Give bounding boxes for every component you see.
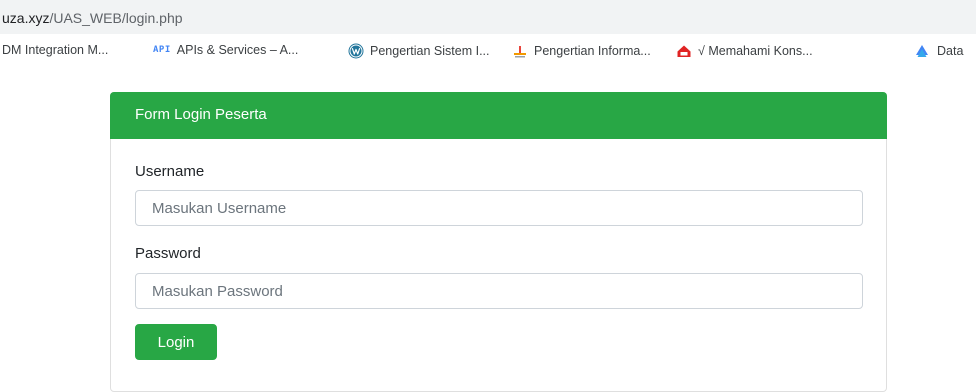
bookmark-dm-integration[interactable]: DM Integration M... [2, 43, 108, 57]
bookmark-label: Pengertian Sistem I... [370, 44, 490, 58]
bookmark-data[interactable]: Data [913, 43, 963, 59]
url-path: /UAS_WEB/login.php [49, 10, 183, 26]
login-button[interactable]: Login [135, 324, 217, 360]
bookmark-label: DM Integration M... [2, 43, 109, 57]
username-input[interactable] [136, 191, 862, 225]
site-logo-icon [512, 43, 528, 59]
bookmark-label: APIs & Services – A... [176, 43, 299, 57]
api-badge-icon: API [153, 45, 171, 55]
username-field[interactable] [135, 190, 863, 226]
bookmark-label: √ Memahami Kons... [698, 44, 813, 58]
bookmark-apis-services[interactable]: API APIs & Services – A... [153, 43, 298, 57]
house-icon [676, 43, 692, 59]
url-text[interactable]: uza.xyz/UAS_WEB/login.php [2, 10, 183, 26]
url-host: uza.xyz [2, 10, 50, 26]
bookmark-label: Data [937, 44, 964, 58]
form-title: Form Login Peserta [135, 106, 267, 123]
password-label: Password [135, 245, 201, 262]
bookmark-pengertian-informasi[interactable]: Pengertian Informa... [512, 43, 651, 59]
bookmark-pengertian-sistem[interactable]: Pengertian Sistem I... [348, 43, 490, 59]
wordpress-icon [348, 43, 364, 59]
bookmark-memahami-konsep[interactable]: √ Memahami Kons... [676, 43, 813, 59]
bookmarks-bar: DM Integration M... API APIs & Services … [0, 34, 976, 68]
bookmark-label: Pengertian Informa... [534, 44, 651, 58]
login-card: Form Login Peserta Username Password Log… [110, 92, 887, 392]
cloud-icon [913, 43, 931, 59]
password-field[interactable] [135, 273, 863, 309]
card-header: Form Login Peserta [110, 92, 887, 139]
password-input[interactable] [136, 274, 862, 308]
username-label: Username [135, 163, 205, 180]
address-bar[interactable]: uza.xyz/UAS_WEB/login.php [0, 0, 976, 34]
